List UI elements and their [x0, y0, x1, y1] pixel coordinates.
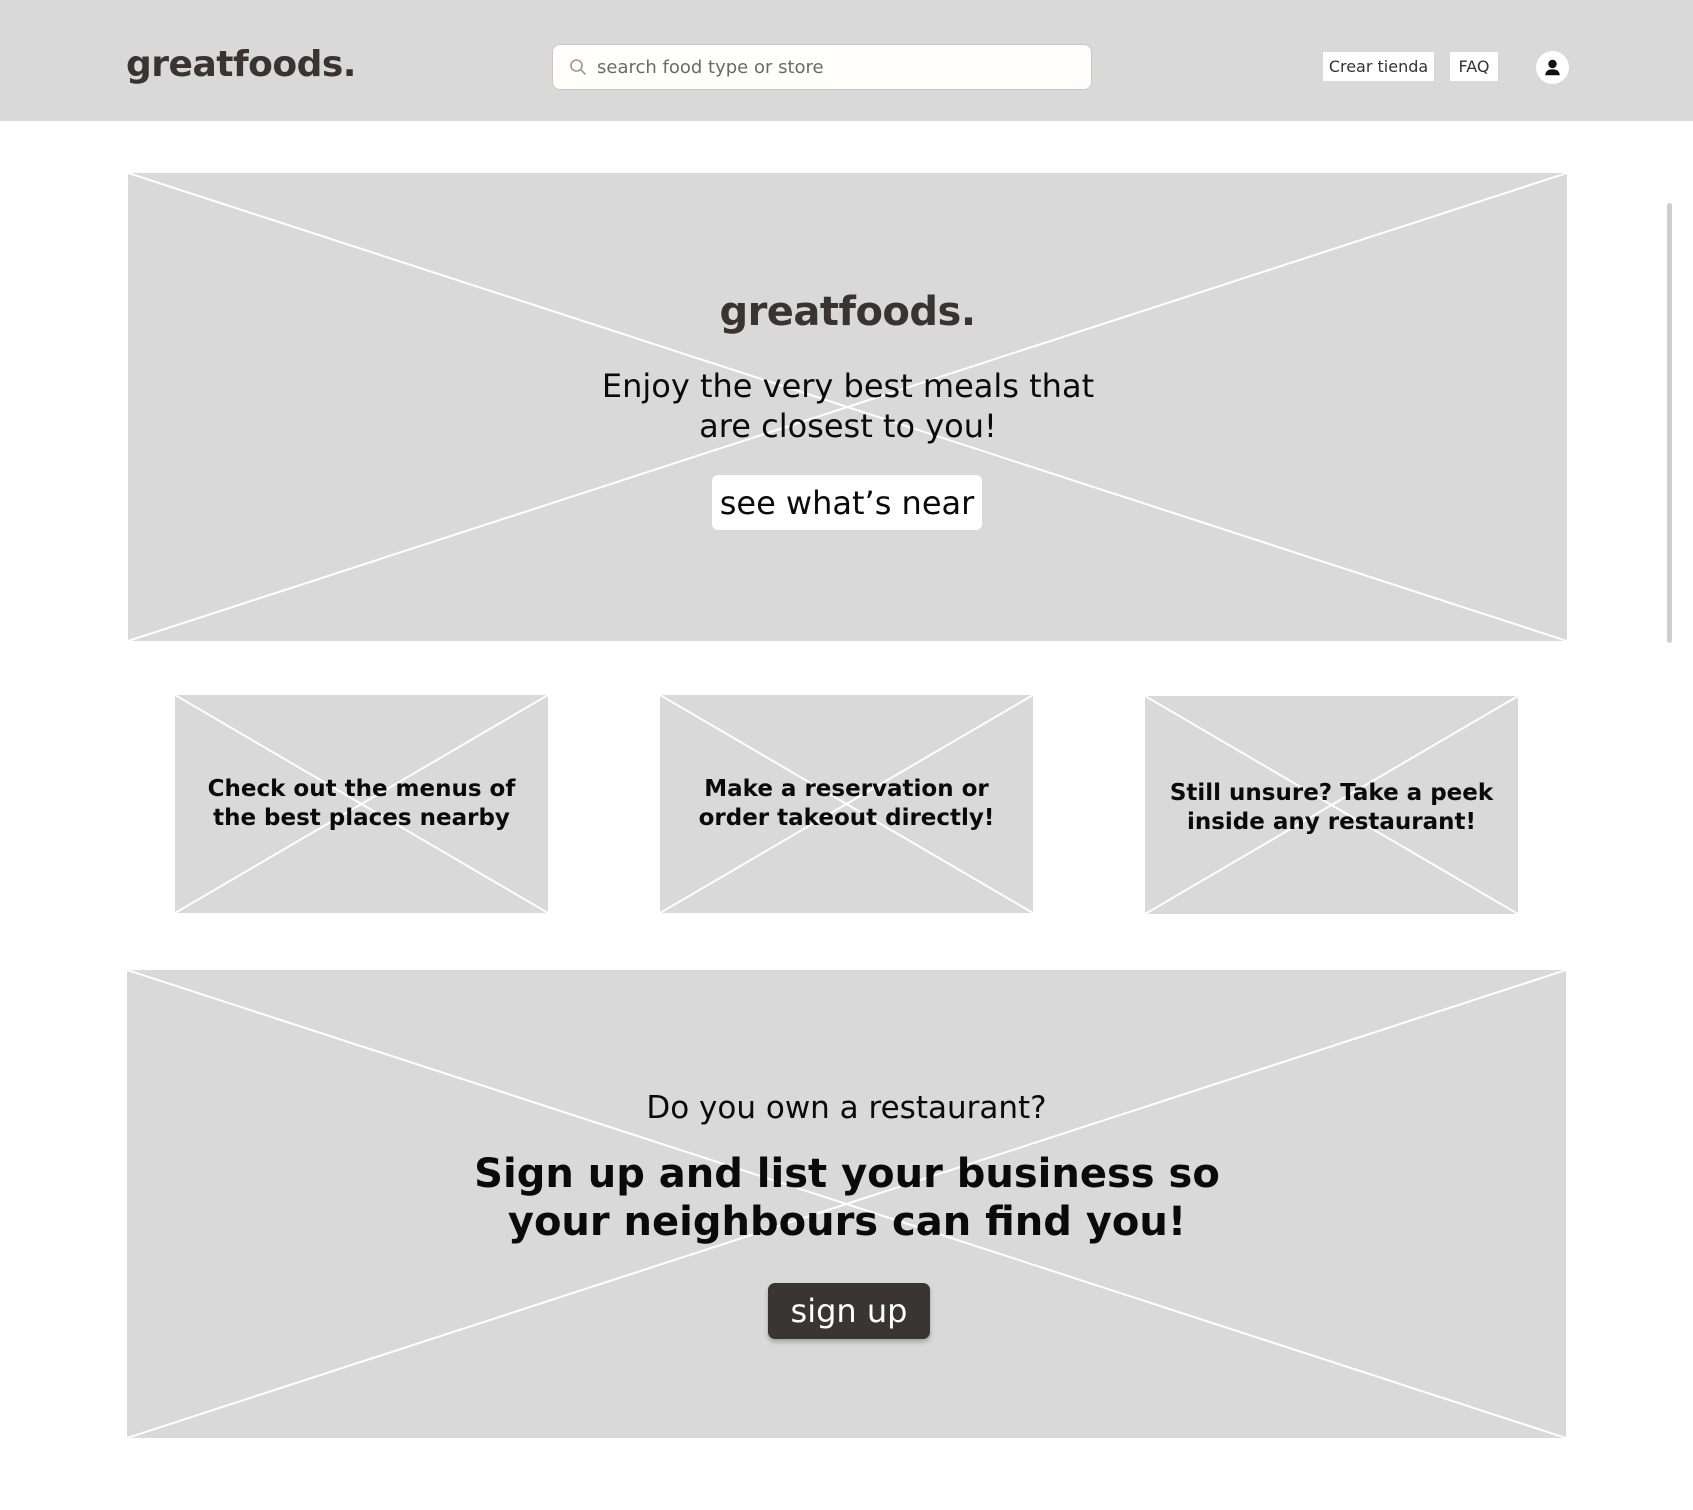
- owner-headline: Sign up and list your business so your n…: [474, 1151, 1220, 1245]
- feature-card-text: Check out the menus of the best places n…: [207, 776, 516, 831]
- search-bar[interactable]: [552, 44, 1092, 90]
- see-whats-near-button[interactable]: see what’s near: [712, 475, 982, 530]
- owner-signup-banner: Do you own a restaurant? Sign up and lis…: [127, 970, 1566, 1438]
- site-logo[interactable]: greatfoods.: [126, 44, 356, 85]
- scrollbar-thumb[interactable]: [1667, 203, 1672, 643]
- crear-tienda-button[interactable]: Crear tienda: [1323, 52, 1434, 81]
- feature-card-menus[interactable]: Check out the menus of the best places n…: [175, 695, 548, 913]
- feature-card-text: Still unsure? Take a peek inside any res…: [1169, 780, 1494, 835]
- feature-card-text: Make a reservation or order takeout dire…: [698, 776, 995, 831]
- search-icon: [569, 58, 587, 76]
- hero-tagline: Enjoy the very best meals that are close…: [601, 367, 1095, 445]
- hero-banner: greatfoods. Enjoy the very best meals th…: [128, 173, 1567, 641]
- hero-logo: greatfoods.: [719, 289, 976, 335]
- feature-card-reservation[interactable]: Make a reservation or order takeout dire…: [660, 695, 1033, 913]
- account-button[interactable]: [1536, 51, 1569, 84]
- owner-question: Do you own a restaurant?: [646, 1090, 1047, 1126]
- top-header: greatfoods. Crear tienda FAQ: [0, 0, 1693, 121]
- faq-button[interactable]: FAQ: [1450, 52, 1498, 81]
- feature-card-peek[interactable]: Still unsure? Take a peek inside any res…: [1145, 696, 1518, 914]
- search-input[interactable]: [597, 45, 1077, 89]
- sign-up-button[interactable]: sign up: [768, 1283, 930, 1339]
